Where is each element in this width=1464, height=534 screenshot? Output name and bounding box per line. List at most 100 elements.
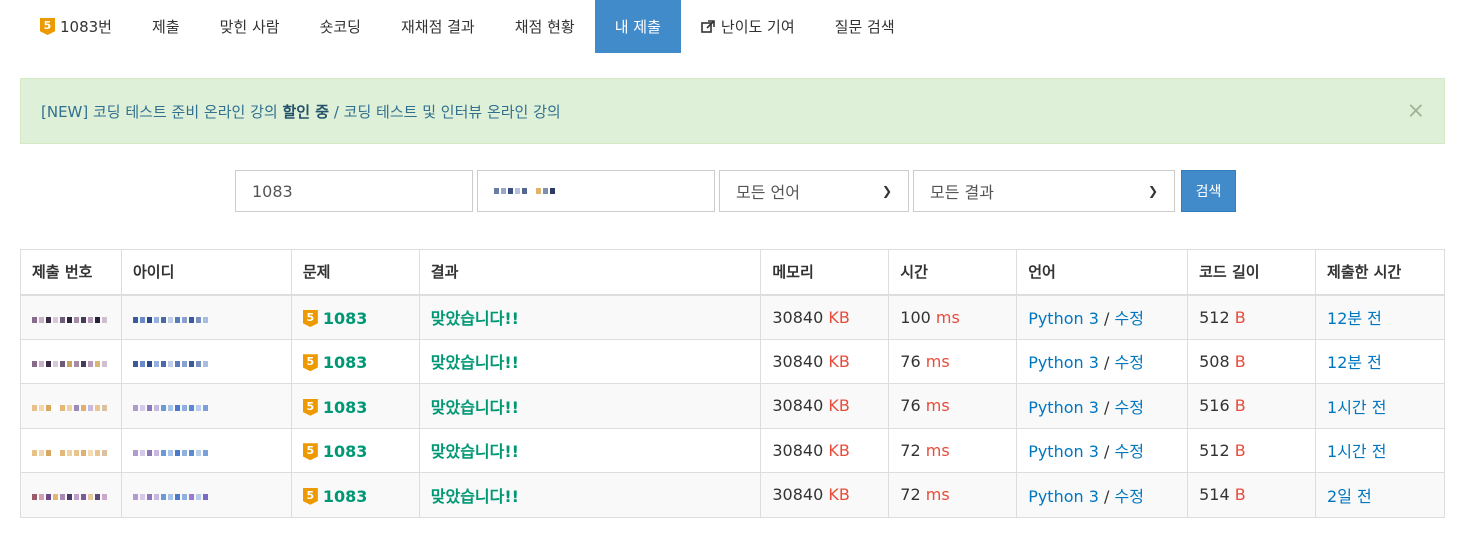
separator: / [1104, 309, 1110, 328]
memory-cell: 30840 KB [760, 294, 890, 340]
edit-link[interactable]: 수정 [1115, 442, 1144, 461]
user-id-cell[interactable] [120, 472, 292, 518]
tab-rejudge-result[interactable]: 재채점 결과 [381, 0, 495, 53]
submitted-time-link[interactable]: 1시간 전 [1327, 398, 1386, 417]
language-link[interactable]: Python 3 [1028, 487, 1099, 506]
col-memory: 메모리 [760, 249, 890, 296]
code-length-cell: 514 B [1187, 472, 1317, 518]
user-id-cell[interactable] [120, 383, 292, 429]
tab-question-search[interactable]: 질문 검색 [815, 0, 915, 53]
problem-link[interactable]: 1083 [323, 487, 368, 506]
submitted-time-cell[interactable]: 12분 전 [1315, 338, 1445, 384]
search-button[interactable]: 검색 [1181, 170, 1236, 212]
result-text: 맞았습니다!! [430, 353, 519, 373]
problem-link[interactable]: 1083 [323, 309, 368, 328]
col-code-length: 코드 길이 [1187, 249, 1317, 296]
result-cell: 맞았습니다!! [418, 472, 762, 518]
submitted-time-link[interactable]: 12분 전 [1327, 309, 1382, 328]
problem-cell[interactable]: 5 1083 [290, 383, 420, 429]
language-link[interactable]: Python 3 [1028, 442, 1099, 461]
edit-link[interactable]: 수정 [1115, 398, 1144, 417]
close-icon[interactable]: × [1407, 99, 1425, 124]
memory-value: 30840 [772, 307, 824, 327]
code-length-value: 514 [1199, 485, 1230, 505]
problem-link[interactable]: 1083 [323, 353, 368, 372]
submission-id-cell [20, 383, 122, 429]
time-unit: ms [925, 440, 950, 460]
submitted-time-cell[interactable]: 1시간 전 [1315, 427, 1445, 473]
tab-judge-status[interactable]: 채점 현황 [495, 0, 595, 53]
memory-unit: KB [828, 485, 850, 505]
language-link[interactable]: Python 3 [1028, 309, 1099, 328]
time-cell: 76 ms [888, 338, 1018, 384]
promo-alert: [NEW] 코딩 테스트 준비 온라인 강의 할인 중 / 코딩 테스트 및 인… [20, 78, 1445, 144]
time-unit: ms [925, 396, 950, 416]
submitted-time-link[interactable]: 12분 전 [1327, 353, 1382, 372]
tab-shortcoding[interactable]: 숏코딩 [300, 0, 381, 53]
submitted-time-link[interactable]: 2일 전 [1327, 487, 1372, 506]
submitted-time-link[interactable]: 1시간 전 [1327, 442, 1386, 461]
result-cell: 맞았습니다!! [418, 338, 762, 384]
problem-cell[interactable]: 5 1083 [290, 338, 420, 384]
problem-cell[interactable]: 5 1083 [290, 472, 420, 518]
time-unit: ms [935, 307, 960, 327]
result-cell: 맞았습니다!! [418, 383, 762, 429]
language-cell: Python 3 / 수정 [1016, 427, 1189, 473]
user-id-cell[interactable] [120, 338, 292, 384]
time-unit: ms [925, 351, 950, 371]
code-length-cell: 512 B [1187, 427, 1317, 473]
result-cell: 맞았습니다!! [418, 427, 762, 473]
table-row: 5 1083 맞았습니다!! 30840 KB 76 ms Python 3 / 수정 50… [20, 338, 1445, 384]
tab-my-submissions[interactable]: 내 제출 [594, 0, 681, 53]
tab-difficulty-contrib[interactable]: 난이도 기여 [681, 0, 815, 53]
submitted-time-cell[interactable]: 2일 전 [1315, 472, 1445, 518]
problem-cell[interactable]: 5 1083 [290, 427, 420, 473]
user-id-cell[interactable] [120, 427, 292, 473]
chevron-down-icon: ❯ [881, 184, 892, 198]
col-user-id: 아이디 [120, 249, 292, 296]
tier-gold5-icon: 5 [302, 310, 318, 327]
submitted-time-cell[interactable]: 1시간 전 [1315, 383, 1445, 429]
problem-id-input[interactable]: 1083 [235, 170, 473, 212]
language-select[interactable]: 모든 언어 ❯ [719, 170, 909, 212]
language-cell: Python 3 / 수정 [1016, 383, 1189, 429]
separator: / [1104, 353, 1110, 373]
table-row: 5 1083 맞았습니다!! 30840 KB 72 ms Python 3 / 수정 51… [20, 472, 1445, 518]
submission-id-cell [20, 294, 122, 340]
tab-submit[interactable]: 제출 [132, 0, 200, 53]
problem-cell[interactable]: 5 1083 [290, 294, 420, 340]
tab-problem[interactable]: 5 1083번 [20, 0, 132, 53]
status-search-form: 1083 모든 언어 ❯ 모든 결과 ❯ 검색 [235, 170, 1236, 212]
code-length-unit: B [1234, 307, 1246, 327]
problem-link[interactable]: 1083 [323, 398, 368, 417]
result-text: 맞았습니다!! [430, 486, 519, 506]
result-text: 맞았습니다!! [430, 309, 519, 328]
result-select[interactable]: 모든 결과 ❯ [913, 170, 1175, 212]
language-link[interactable]: Python 3 [1028, 398, 1099, 417]
language-cell: Python 3 / 수정 [1016, 338, 1189, 384]
tab-solved-users[interactable]: 맞힌 사람 [200, 0, 300, 53]
problem-link[interactable]: 1083 [323, 442, 368, 461]
time-value: 100 [900, 307, 931, 327]
edit-link[interactable]: 수정 [1115, 487, 1144, 506]
user-id-cell[interactable] [120, 294, 292, 340]
edit-link[interactable]: 수정 [1115, 309, 1144, 328]
code-length-unit: B [1234, 396, 1246, 416]
language-cell: Python 3 / 수정 [1016, 294, 1189, 340]
time-cell: 72 ms [888, 427, 1018, 473]
time-cell: 72 ms [888, 472, 1018, 518]
blurred-user-id [132, 316, 208, 323]
time-value: 76 [900, 351, 921, 371]
time-value: 72 [900, 485, 921, 505]
alert-link[interactable]: [NEW] 코딩 테스트 준비 온라인 강의 할인 중 / 코딩 테스트 및 인… [41, 101, 561, 122]
user-id-input[interactable] [477, 170, 715, 212]
memory-value: 30840 [772, 351, 824, 371]
time-cell: 76 ms [888, 383, 1018, 429]
language-link[interactable]: Python 3 [1028, 353, 1099, 372]
submitted-time-cell[interactable]: 12분 전 [1315, 294, 1445, 340]
problem-nav-tabs: 5 1083번 제출 맞힌 사람 숏코딩 재채점 결과 채점 현황 내 제출 난… [20, 0, 915, 53]
blurred-user-id [132, 494, 208, 501]
edit-link[interactable]: 수정 [1115, 353, 1144, 372]
result-cell: 맞았습니다!! [418, 294, 762, 340]
status-table: 제출 번호 아이디 문제 결과 메모리 시간 언어 코드 길이 제출한 시간 5… [20, 249, 1445, 518]
